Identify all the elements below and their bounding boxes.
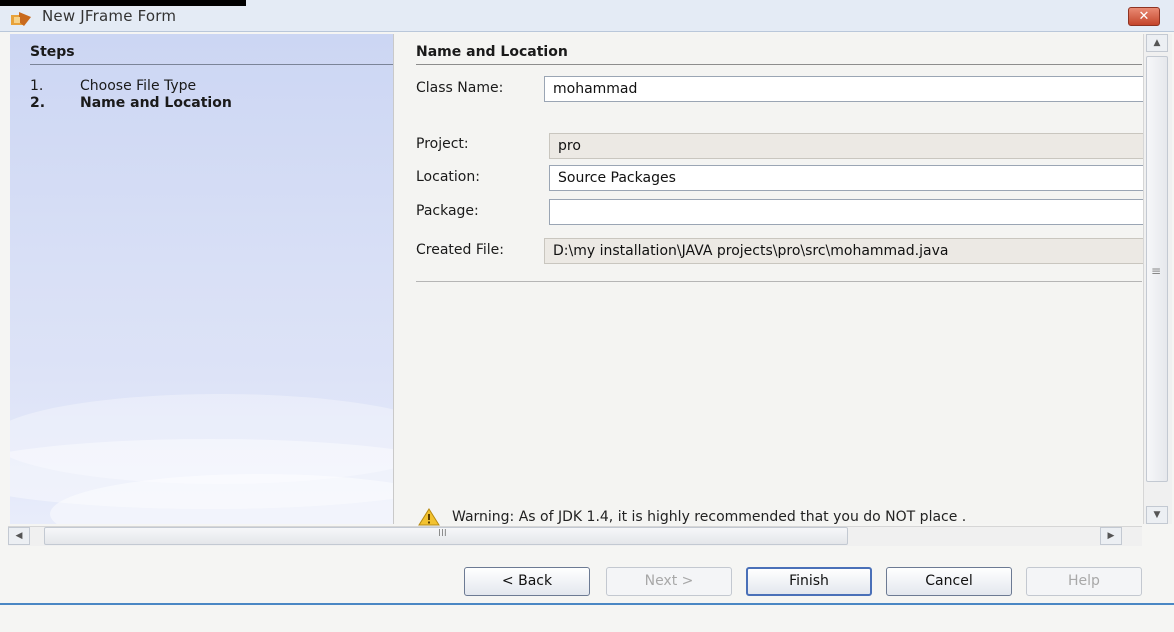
class-name-label: Class Name: <box>416 80 504 96</box>
project-label: Project: <box>416 136 469 152</box>
footer <box>0 605 1174 632</box>
step-number: 2. <box>30 95 46 111</box>
scroll-grip-icon: ≡ <box>1151 264 1162 278</box>
form-divider <box>416 281 1142 282</box>
created-file-field: D:\my installation\JAVA projects\pro\src… <box>544 238 1144 264</box>
help-button[interactable]: Help <box>1026 567 1142 596</box>
cancel-button[interactable]: Cancel <box>886 567 1012 596</box>
warning-message: Warning: As of JDK 1.4, it is highly rec… <box>452 509 967 525</box>
location-label: Location: <box>416 169 480 185</box>
window-title: New JFrame Form <box>42 7 177 25</box>
class-name-input[interactable]: mohammad <box>544 76 1144 102</box>
finish-button[interactable]: Finish <box>746 567 872 596</box>
next-button[interactable]: Next > <box>606 567 732 596</box>
close-button[interactable]: ✕ <box>1128 7 1160 26</box>
section-divider <box>416 64 1142 65</box>
created-file-label: Created File: <box>416 242 504 258</box>
warning-icon <box>418 508 440 526</box>
steps-divider <box>30 64 393 65</box>
back-button[interactable]: < Back <box>464 567 590 596</box>
scroll-right-arrow-icon[interactable]: ▶ <box>1100 527 1122 545</box>
netbeans-app-icon <box>11 12 31 26</box>
steps-panel: Steps 1. Choose File Type 2. Name and Lo… <box>10 34 393 524</box>
form-panel: Name and Location Class Name: mohammad P… <box>393 34 1144 526</box>
location-select[interactable]: Source Packages <box>549 165 1144 191</box>
step-name-and-location[interactable]: Name and Location <box>80 95 232 111</box>
project-field: pro <box>549 133 1144 159</box>
package-label: Package: <box>416 203 479 219</box>
steps-title: Steps <box>30 44 75 60</box>
package-input[interactable] <box>549 199 1144 225</box>
scroll-left-arrow-icon[interactable]: ◀ <box>8 527 30 545</box>
section-title: Name and Location <box>416 44 568 60</box>
step-choose-file-type[interactable]: Choose File Type <box>80 78 196 94</box>
step-number: 1. <box>30 78 44 94</box>
scroll-down-arrow-icon[interactable]: ▼ <box>1146 506 1168 524</box>
title-decoration <box>0 0 246 6</box>
scroll-up-arrow-icon[interactable]: ▲ <box>1146 34 1168 52</box>
scroll-grip-icon: III <box>438 528 447 539</box>
